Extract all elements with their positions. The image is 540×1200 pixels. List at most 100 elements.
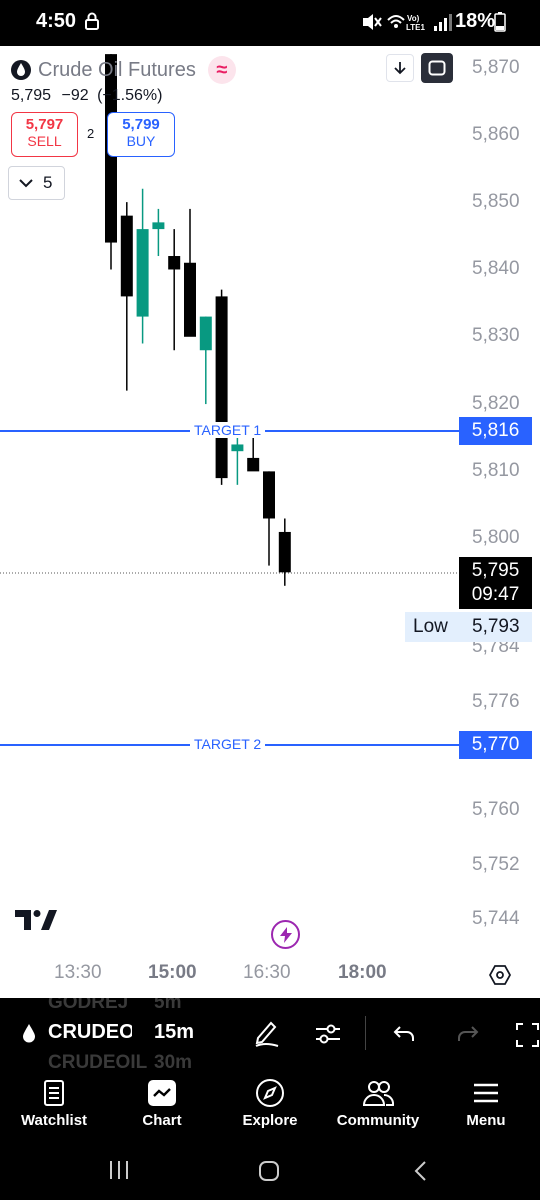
- toolbar-symbol[interactable]: CRUDEOIL: [48, 1021, 132, 1044]
- redo-icon[interactable]: [456, 1024, 480, 1044]
- toolbar-interval[interactable]: 15m: [154, 1021, 194, 1044]
- oil-drop-icon: [11, 60, 31, 80]
- chart-toolbar: GODREJ 5m CRUDEOIL 15m CRUDEOIL 30m: [0, 998, 540, 1070]
- chevron-down-icon: [19, 179, 33, 188]
- buy-price: 5,799: [122, 116, 160, 133]
- sell-price: 5,797: [25, 116, 64, 133]
- spread: 2: [87, 126, 95, 141]
- chart-icon: [148, 1080, 176, 1106]
- sell-label: SELL: [27, 133, 62, 149]
- arrow-down-icon: [394, 62, 406, 75]
- low-value: 5,793: [472, 616, 520, 637]
- ghost-symbol-below: CRUDEOIL: [48, 1052, 148, 1070]
- svg-text:Vo): Vo): [407, 14, 420, 23]
- quantity-selector[interactable]: 5: [8, 166, 65, 200]
- candle-body: [215, 296, 228, 479]
- tradingview-logo[interactable]: [15, 910, 57, 930]
- candle-body: [120, 215, 133, 297]
- y-tick: 5,776: [472, 691, 520, 712]
- y-tick: 5,800: [472, 527, 520, 548]
- fullscreen-button[interactable]: [421, 53, 453, 83]
- toolbar-divider: [365, 1016, 366, 1050]
- y-tick: 5,850: [472, 191, 520, 212]
- lightning-button[interactable]: [271, 920, 300, 949]
- nav-label: Menu: [466, 1112, 506, 1129]
- nav-menu[interactable]: Menu: [436, 1076, 536, 1129]
- wave-icon[interactable]: ≈: [207, 56, 236, 84]
- oil-drop-icon: [23, 1024, 35, 1043]
- candle-body: [136, 229, 149, 317]
- target1-label: TARGET 1: [190, 422, 266, 438]
- indicators-icon[interactable]: [314, 1022, 342, 1046]
- draw-pen-icon[interactable]: [253, 1018, 281, 1048]
- quantity-value: 5: [43, 173, 53, 192]
- battery-icon: [494, 12, 506, 32]
- sell-button[interactable]: 5,797 SELL: [11, 112, 78, 157]
- y-tick: 5,860: [472, 124, 520, 145]
- nav-community[interactable]: Community: [328, 1076, 428, 1129]
- symbol-row[interactable]: Crude Oil Futures ≈: [10, 56, 236, 84]
- fullscreen-icon[interactable]: [515, 1022, 540, 1048]
- candle-body: [247, 457, 260, 472]
- candle-body: [278, 531, 291, 573]
- candle-body: [168, 256, 181, 270]
- candle-body: [199, 316, 212, 351]
- nav-explore[interactable]: Explore: [220, 1076, 320, 1129]
- chart-settings-icon[interactable]: [489, 964, 511, 986]
- battery-percent: 18%: [455, 10, 496, 32]
- price-change: −92: [61, 87, 89, 104]
- low-price-tag: Low 5,793: [405, 612, 532, 642]
- price-line: 5,795 −92 (−1.56%): [11, 87, 162, 105]
- candle-body: [231, 444, 244, 452]
- chart-area[interactable]: Crude Oil Futures ≈ 5,795 −92 (−1.56%) 5…: [0, 46, 540, 998]
- last-price-tag-value: 5,795: [471, 560, 520, 581]
- menu-icon: [474, 1083, 498, 1103]
- chart-canvas[interactable]: [0, 46, 540, 998]
- nav-chart[interactable]: Chart: [112, 1076, 212, 1129]
- ghost-interval-above: 5m: [154, 998, 182, 1013]
- y-tick: 5,752: [472, 854, 520, 875]
- x-tick: 13:30: [54, 962, 102, 983]
- y-tick: 5,830: [472, 325, 520, 346]
- last-price-tag: 5,795 09:47: [459, 557, 532, 609]
- nav-label: Watchlist: [20, 1112, 88, 1129]
- candle-body: [263, 471, 275, 519]
- candle-body: [152, 222, 165, 230]
- bar-countdown: 09:47: [471, 584, 520, 605]
- nav-watchlist[interactable]: Watchlist: [4, 1076, 104, 1129]
- clock: 4:50: [36, 10, 77, 32]
- target1-price-tag[interactable]: 5,816: [459, 417, 532, 445]
- bottom-navigation: Watchlist Chart Explore Community Menu: [0, 1070, 540, 1142]
- y-tick: 5,840: [472, 258, 520, 279]
- y-tick: 5,760: [472, 799, 520, 820]
- status-bar: 4:50 Vo) LTE1 18%: [0, 0, 540, 46]
- candle-body: [184, 262, 196, 337]
- ghost-interval-below: 30m: [154, 1052, 193, 1070]
- symbol-name[interactable]: Crude Oil Futures: [38, 59, 196, 82]
- download-button[interactable]: [386, 54, 414, 82]
- lightning-icon: [279, 926, 292, 943]
- home-icon[interactable]: [258, 1160, 280, 1182]
- community-icon: [362, 1081, 394, 1106]
- recent-apps-icon[interactable]: [108, 1160, 130, 1180]
- price-change-pct: (−1.56%): [97, 87, 163, 104]
- watchlist-icon: [44, 1080, 64, 1106]
- x-tick: 16:30: [243, 962, 291, 983]
- target2-price-tag[interactable]: 5,770: [459, 731, 532, 759]
- svg-text:LTE1: LTE1: [406, 23, 426, 32]
- signal-icons: Vo) LTE1: [363, 14, 452, 32]
- low-label: Low: [413, 616, 448, 637]
- target2-label: TARGET 2: [190, 736, 266, 752]
- back-icon[interactable]: [412, 1160, 428, 1182]
- compass-icon: [256, 1079, 284, 1107]
- buy-label: BUY: [126, 133, 156, 149]
- buy-button[interactable]: 5,799 BUY: [107, 112, 175, 157]
- nav-label: Chart: [142, 1112, 182, 1129]
- x-tick: 18:00: [338, 962, 387, 983]
- y-tick: 5,820: [472, 393, 520, 414]
- frame-icon: [428, 60, 446, 76]
- nav-label: Explore: [242, 1112, 298, 1129]
- undo-icon[interactable]: [392, 1024, 416, 1044]
- x-tick: 15:00: [148, 962, 197, 983]
- y-tick: 5,810: [472, 460, 520, 481]
